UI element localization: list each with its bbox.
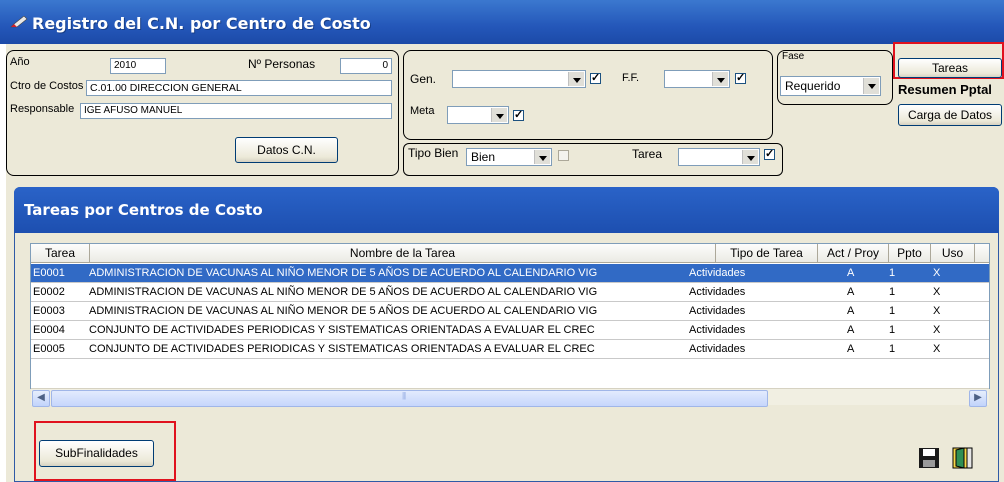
subfinalidades-button[interactable]: SubFinalidades <box>39 440 154 467</box>
horizontal-scrollbar[interactable]: ◀ ▶ <box>31 388 989 407</box>
col-header-spacer <box>975 244 989 263</box>
exit-door-icon <box>952 447 973 469</box>
fase-label: Fase <box>782 51 805 62</box>
meta-checkbox[interactable] <box>513 108 524 121</box>
chevron-down-icon <box>568 72 584 86</box>
responsable-field[interactable]: IGE AFUSO MANUEL <box>80 103 392 119</box>
personas-label: Nº Personas <box>248 57 316 71</box>
col-header-uso[interactable]: Uso <box>931 244 975 263</box>
tareas-button[interactable]: Tareas <box>898 58 1002 78</box>
col-header-ppto[interactable]: Ppto <box>889 244 931 263</box>
window-title: Registro del C.N. por Centro de Costo <box>32 14 371 33</box>
save-button[interactable] <box>918 447 940 469</box>
col-header-tipo[interactable]: Tipo de Tarea <box>716 244 818 263</box>
table-row[interactable]: E0005 CONJUNTO DE ACTIVIDADES PERIODICAS… <box>31 340 989 359</box>
col-header-act-proy[interactable]: Act / Proy <box>818 244 889 263</box>
window-titlebar: Registro del C.N. por Centro de Costo <box>0 0 1004 44</box>
scroll-thumb[interactable] <box>51 390 768 407</box>
tipo-bien-label: Tipo Bien <box>408 146 459 160</box>
gen-label: Gen. <box>410 72 437 86</box>
pencil-icon <box>10 16 28 28</box>
fase-dropdown[interactable]: Requerido <box>780 76 881 96</box>
tipo-bien-checkbox[interactable] <box>558 150 569 161</box>
resumen-pptal-label[interactable]: Resumen Pptal <box>898 82 992 97</box>
gen-dropdown[interactable] <box>452 70 586 88</box>
tarea-checkbox[interactable] <box>764 147 775 160</box>
ctro-costos-field[interactable]: C.01.00 DIRECCION GENERAL <box>86 80 392 96</box>
anio-label: Año <box>10 56 30 68</box>
chevron-down-icon <box>534 150 550 164</box>
table-row[interactable]: E0004 CONJUNTO DE ACTIVIDADES PERIODICAS… <box>31 321 989 340</box>
table-row[interactable]: E0003 ADMINISTRACION DE VACUNAS AL NIÑO … <box>31 302 989 321</box>
meta-dropdown[interactable] <box>447 106 509 124</box>
scroll-right-icon[interactable]: ▶ <box>969 390 987 407</box>
personas-field[interactable]: 0 <box>340 58 392 74</box>
tarea-dropdown[interactable] <box>678 148 760 166</box>
col-header-nombre[interactable]: Nombre de la Tarea <box>90 244 716 263</box>
responsable-label: Responsable <box>10 103 75 115</box>
tarea-label: Tarea <box>632 147 663 161</box>
table-row[interactable]: E0002 ADMINISTRACION DE VACUNAS AL NIÑO … <box>31 283 989 302</box>
chevron-down-icon <box>742 150 758 164</box>
anio-field[interactable]: 2010 <box>110 58 166 74</box>
exit-button[interactable] <box>950 446 973 469</box>
filters-group <box>403 50 773 140</box>
chevron-down-icon <box>863 78 879 94</box>
meta-label: Meta <box>410 105 435 117</box>
chevron-down-icon <box>712 72 728 86</box>
ff-checkbox[interactable] <box>735 71 746 84</box>
floppy-disk-icon <box>919 448 939 468</box>
panel-titlebar: Tareas por Centros de Costo <box>14 187 999 233</box>
carga-datos-button[interactable]: Carga de Datos <box>898 104 1002 126</box>
panel-title: Tareas por Centros de Costo <box>24 201 263 219</box>
chevron-down-icon <box>491 108 507 122</box>
col-header-tarea[interactable]: Tarea <box>31 244 90 263</box>
gen-checkbox[interactable] <box>590 71 601 84</box>
scroll-left-icon[interactable]: ◀ <box>32 390 50 407</box>
tareas-grid[interactable]: Tarea Nombre de la Tarea Tipo de Tarea A… <box>30 243 990 389</box>
ctro-costos-label: Ctro de Costos <box>10 80 84 92</box>
datos-cn-button[interactable]: Datos C.N. <box>235 137 338 163</box>
table-row[interactable]: E0001 ADMINISTRACION DE VACUNAS AL NIÑO … <box>31 264 989 283</box>
ff-label: F.F. <box>622 72 640 84</box>
tipo-bien-dropdown[interactable]: Bien <box>466 148 552 166</box>
ff-dropdown[interactable] <box>664 70 730 88</box>
